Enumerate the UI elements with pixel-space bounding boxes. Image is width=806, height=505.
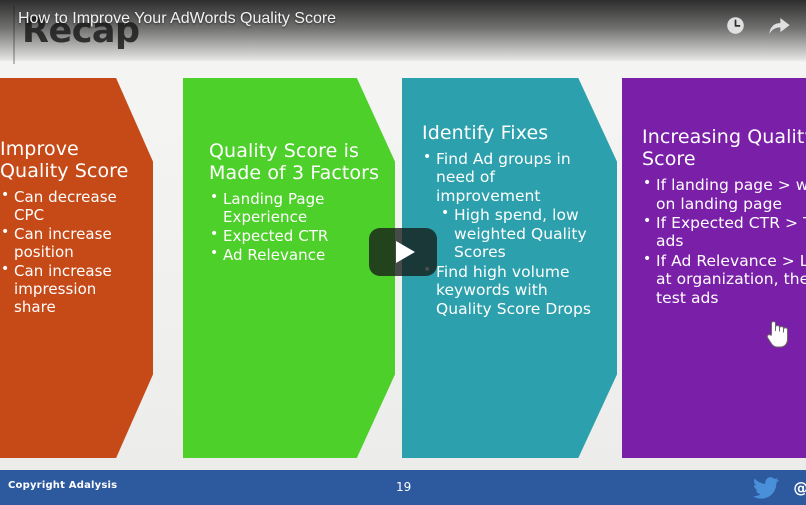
footer-social-group: @A [753,477,806,499]
player-top-actions [722,12,792,38]
panel-bullet: Can decrease CPC [0,187,139,224]
panel-bullet: Find Ad groups in need of improvement [422,149,603,205]
video-title: How to Improve Your AdWords Quality Scor… [18,10,337,27]
panel-increasing-quality-score: Increasing Quality Score If landing page… [622,78,806,458]
panel-title: Improve Quality Score [0,138,129,183]
share-button[interactable] [766,12,792,38]
slide-footer-bar: Copyright Adalysis 19 @A [0,470,806,505]
panel-bullet-list: Can decrease CPC Can increase position C… [0,187,139,316]
panel-bullet: If landing page > work on landing page [642,175,806,213]
panel-bullet: Ad Relevance [209,245,381,264]
panel-quality-score-factors: Quality Score is Made of 3 Factors Landi… [183,78,395,458]
panel-bullet-list: If landing page > work on landing page I… [642,175,806,307]
panel-title: Quality Score is Made of 3 Factors [209,140,380,185]
play-button[interactable] [369,228,437,276]
twitter-bird-icon[interactable] [753,477,780,499]
play-triangle-icon [395,241,415,263]
panel-bullet: If Ad Relevance > Look at organization, … [642,251,806,307]
panel-bullet: Expected CTR [209,226,381,245]
panel-bullet: If Expected CTR > Test ads [642,213,806,251]
panel-bullet-list: Landing Page Experience Expected CTR Ad … [209,189,381,264]
clock-icon [726,16,744,34]
panel-bullet: Landing Page Experience [209,189,381,226]
panel-bullet: Find high volume keywords with Quality S… [422,262,603,318]
panel-title: Identify Fixes [422,122,549,144]
panel-improve-quality-score: Improve Quality Score Can decrease CPC C… [0,78,153,458]
video-player: Recap Improve Quality Score Can decrease… [0,0,806,505]
panel-sub-bullet: High spend, low weighted Quality Scores [422,205,603,261]
footer-copyright: Copyright Adalysis [8,480,118,491]
share-arrow-icon [769,17,790,34]
panel-bullet: Can increase position [0,224,139,261]
footer-page-number: 19 [396,480,412,494]
footer-twitter-handle[interactable]: @A [793,479,806,497]
panel-bullet: Can increase impression share [0,261,139,316]
watch-later-button[interactable] [722,12,748,38]
panel-title: Increasing Quality Score [642,126,806,171]
panel-bullet-list: Find Ad groups in need of improvement Hi… [422,149,603,318]
